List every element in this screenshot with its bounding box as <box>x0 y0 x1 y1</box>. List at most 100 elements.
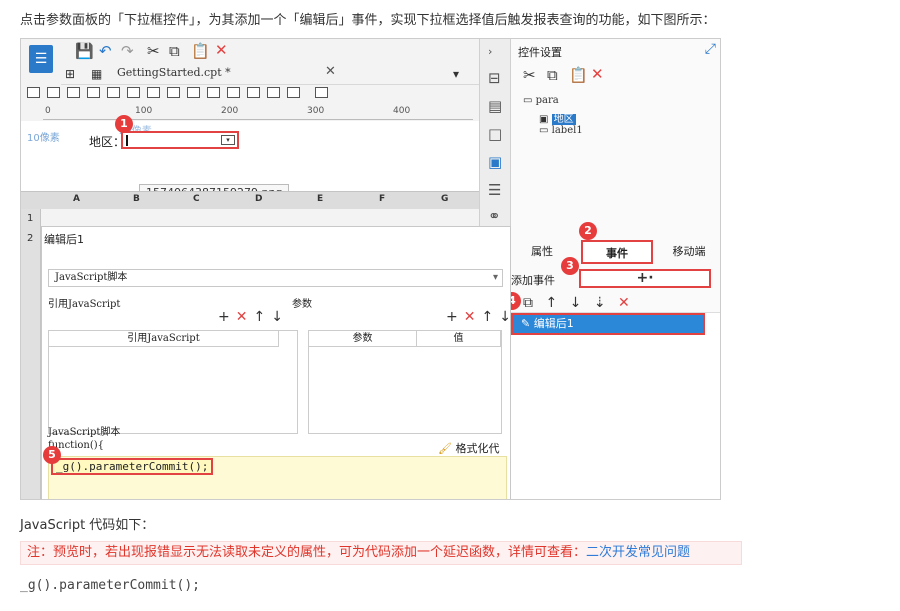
collapse-arrow-icon[interactable]: › <box>488 45 492 58</box>
column-header[interactable]: B <box>133 194 140 204</box>
js-code-sample: _g().parameterCommit(); <box>20 578 201 593</box>
copy-icon[interactable]: ⧉ <box>523 295 533 311</box>
app-menu-icon[interactable]: ☰ <box>29 45 53 73</box>
widget-tree: ▭ para ▣ 地区 ▭ label1 <box>523 95 583 140</box>
report-icon: ▦ <box>91 67 103 81</box>
step-badge-5: 5 <box>43 446 61 464</box>
row-header[interactable]: 1 <box>27 213 33 224</box>
column-header[interactable]: D <box>255 194 262 204</box>
save-icon[interactable]: 💾 <box>75 43 94 59</box>
copy-icon[interactable]: ⧉ <box>169 43 180 59</box>
delete-icon[interactable]: ✕ <box>236 309 254 325</box>
move-down-icon[interactable]: ↓ <box>271 309 289 325</box>
code-editor[interactable]: _g().parameterCommit(); <box>48 456 507 499</box>
undo-icon[interactable]: ↶ <box>99 43 112 59</box>
add-icon[interactable]: + <box>446 309 464 325</box>
warning-note: 注：预览时，若出现报错显示无法读取未定义的属性，可为代码添加一个延迟函数，详情可… <box>20 541 742 565</box>
event-editor-dialog: 编辑后1 JavaScript脚本 ▾ 引用JavaScript 参数 +✕↑↓… <box>41 226 511 499</box>
tree-node-area[interactable]: ▣ 地区 <box>523 110 583 125</box>
param-actions: +✕↑↓ <box>446 309 517 325</box>
tree-node-para[interactable]: ▭ para <box>523 95 583 110</box>
row-header[interactable]: 2 <box>27 233 33 244</box>
redo-icon[interactable]: ↷ <box>121 43 134 59</box>
calendar-widget-icon[interactable] <box>127 87 140 98</box>
move-up-icon[interactable]: ↑ <box>545 295 557 311</box>
textarea-widget-icon[interactable] <box>227 87 240 98</box>
intro-text: 点击参数面板的「下拉框控件」，为其添加一个「编辑后」事件，实现下拉框选择值后触发… <box>20 13 716 28</box>
faq-link[interactable]: 二次开发常见问题 <box>586 545 690 560</box>
more-widget-icon[interactable] <box>315 87 328 98</box>
ruler-mark: 400 <box>393 106 411 116</box>
param-section-label: 参数 <box>292 299 312 310</box>
move-up-icon[interactable]: ↑ <box>253 309 271 325</box>
query-widget-icon[interactable] <box>287 87 300 98</box>
screenshot-frame: ☰ 💾 ↶ ↷ ✂ ⧉ 📋 ✕ ⊞ ▦ GettingStarted.cpt *… <box>20 38 721 500</box>
layout-icon[interactable]: ⊟ <box>488 69 501 87</box>
add-event-button[interactable]: +· <box>579 269 711 288</box>
ruler-mark: 100 <box>135 106 153 116</box>
ruler-mark: 300 <box>307 106 325 116</box>
add-icon[interactable]: + <box>218 309 236 325</box>
paste-icon[interactable]: 📋 <box>191 43 210 59</box>
expand-icon[interactable]: ⤢ <box>705 41 716 57</box>
copy-icon[interactable]: ⧉ <box>547 67 558 83</box>
move-down-icon[interactable]: ↓ <box>499 309 517 325</box>
checkbox-widget-icon[interactable] <box>207 87 220 98</box>
column-header[interactable]: F <box>379 194 385 204</box>
event-item[interactable]: ✎ 编辑后1 <box>511 313 705 335</box>
link-icon[interactable]: ⚭ <box>488 207 501 225</box>
event-list: ✎ 编辑后1 <box>511 312 720 499</box>
password-widget-icon[interactable] <box>247 87 260 98</box>
file-tab[interactable]: ⊞ ▦ GettingStarted.cpt * ✕ ▾ <box>61 63 479 85</box>
list-widget-icon[interactable] <box>167 87 180 98</box>
sort-icon[interactable]: ⇣ <box>594 295 606 311</box>
label-icon: ▭ <box>539 125 552 136</box>
move-down-icon[interactable]: ↓ <box>570 295 582 311</box>
dropdown-icon[interactable]: ▾ <box>221 135 235 145</box>
column-header[interactable]: A <box>73 194 80 204</box>
area-label: 地区： <box>89 135 126 149</box>
date-widget-icon[interactable] <box>107 87 120 98</box>
step-badge-3: 3 <box>561 257 579 275</box>
horizontal-ruler: 0 100 200 300 400 <box>43 106 473 120</box>
script-section-label: JavaScript脚本 <box>48 427 121 438</box>
column-header[interactable]: C <box>193 194 200 204</box>
column-header[interactable]: E <box>317 194 323 204</box>
move-up-icon[interactable]: ↑ <box>481 309 499 325</box>
area-combobox[interactable]: ▾ <box>121 131 239 149</box>
chevron-down-icon: ▾ <box>492 272 498 283</box>
radio-widget-icon[interactable] <box>187 87 200 98</box>
cut-icon[interactable]: ✂ <box>147 43 160 59</box>
tree-node-label1[interactable]: ▭ label1 <box>523 125 583 140</box>
tab-menu-icon[interactable]: ▾ <box>453 66 459 82</box>
grid-icon: ⊞ <box>65 67 76 81</box>
table-header: 引用JavaScript <box>49 331 279 347</box>
brush-icon: 🖌 <box>438 442 452 455</box>
script-type-select[interactable]: JavaScript脚本 ▾ <box>48 269 503 287</box>
number-widget-icon[interactable] <box>147 87 160 98</box>
list-icon[interactable]: ☰ <box>488 181 501 199</box>
parameter-panel-canvas: 10像素 20像素 地区： ▾ 1 <box>21 115 479 191</box>
widget-settings-icon[interactable]: ▣ <box>488 153 502 171</box>
combo-widget-icon[interactable] <box>87 87 100 98</box>
delete-icon[interactable]: ✕ <box>215 42 228 58</box>
spacing-label-10: 10像素 <box>27 133 60 144</box>
label-widget-icon[interactable] <box>47 87 60 98</box>
column-header[interactable]: G <box>441 194 448 204</box>
tab-mobile[interactable]: 移动端 <box>657 240 720 264</box>
textbox-widget-icon[interactable] <box>27 87 40 98</box>
frame-icon[interactable]: □ <box>488 125 502 143</box>
close-tab-icon[interactable]: ✕ <box>325 64 336 79</box>
tree-widget-icon[interactable] <box>267 87 280 98</box>
button-widget-icon[interactable] <box>67 87 80 98</box>
ref-js-actions: +✕↑↓ <box>218 309 289 325</box>
code-line: _g().parameterCommit(); <box>51 458 214 475</box>
tab-events[interactable]: 事件 <box>581 240 653 264</box>
delete-icon[interactable]: ✕ <box>464 309 482 325</box>
table-header: 值 <box>417 331 501 347</box>
delete-icon[interactable]: ✕ <box>618 295 630 311</box>
paste-icon[interactable]: 📋 <box>569 67 588 83</box>
cut-icon[interactable]: ✂ <box>523 67 536 83</box>
widget-lib-icon[interactable]: ▤ <box>488 97 502 115</box>
delete-icon[interactable]: ✕ <box>591 66 604 82</box>
